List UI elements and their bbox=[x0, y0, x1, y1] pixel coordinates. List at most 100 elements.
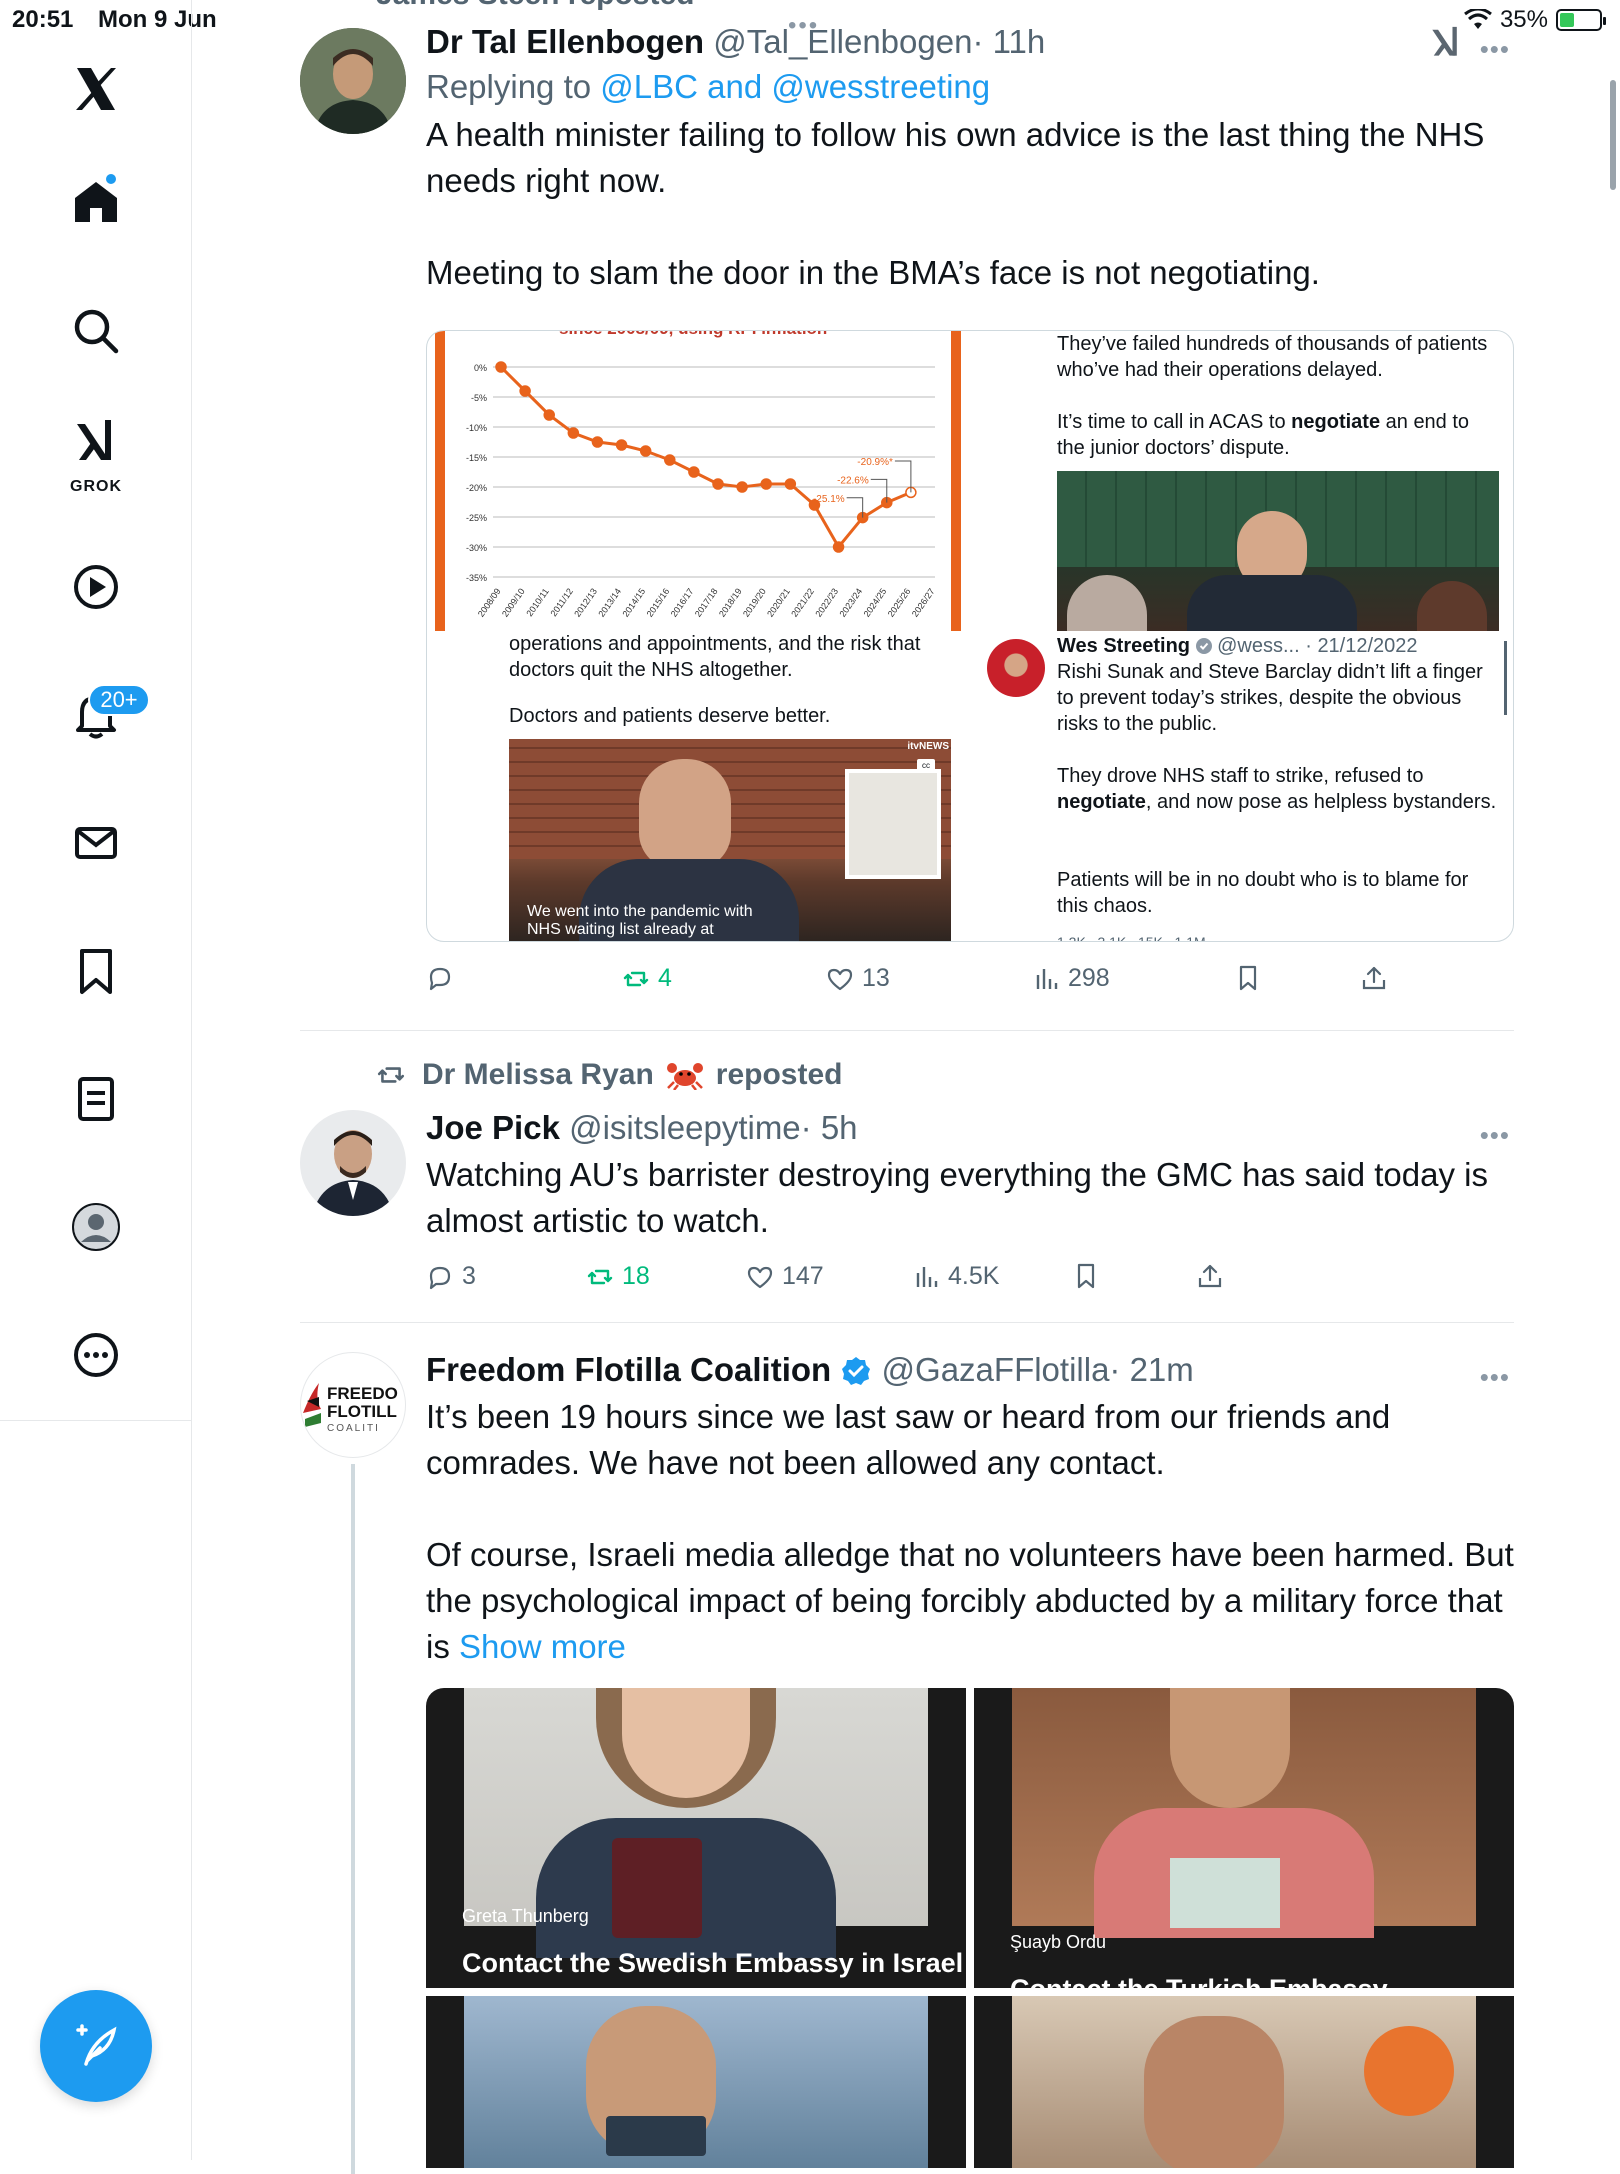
avatar-joe-pick[interactable] bbox=[300, 1110, 406, 1216]
tweet-time[interactable]: · 11h bbox=[972, 23, 1045, 60]
cc-icon[interactable]: cc bbox=[917, 759, 935, 773]
bookmarks-icon[interactable] bbox=[0, 926, 192, 1016]
bookmark-button[interactable] bbox=[1234, 964, 1262, 992]
tweet-joe-pick[interactable]: Joe Pick @isitsleepytime· 5h Watching AU… bbox=[300, 1106, 1514, 1326]
qt-author-name[interactable]: Wes Streeting bbox=[1057, 635, 1190, 657]
chart-x-tick-label: 2026/27 bbox=[910, 586, 937, 618]
notifications-bell-icon[interactable] bbox=[0, 670, 192, 760]
chart-point bbox=[832, 541, 845, 553]
compose-post-button[interactable] bbox=[40, 1990, 152, 2102]
tweet-actions: 4 13 298 bbox=[426, 964, 1514, 1008]
chart-point bbox=[784, 478, 797, 490]
cut-repost-header: James Steen reposted bbox=[376, 0, 694, 12]
reposted-by-name[interactable]: Dr Melissa Ryan bbox=[422, 1058, 654, 1092]
avatar-tal-ellenbogen[interactable] bbox=[300, 28, 406, 134]
chart-point bbox=[543, 409, 555, 421]
share-button[interactable] bbox=[1360, 964, 1388, 992]
svg-text:FLOTILL: FLOTILL bbox=[327, 1402, 397, 1421]
chart-panel: since 2008/09, using RPI inflation 0%-5%… bbox=[435, 331, 961, 631]
chart-x-tick-label: 2022/23 bbox=[813, 586, 840, 618]
grok-icon[interactable] bbox=[0, 406, 192, 476]
qt-text-2c: , and now pose as helpless bystanders. bbox=[1145, 791, 1497, 813]
chart-x-tick-label: 2023/24 bbox=[837, 586, 864, 618]
tweet-author-handle[interactable]: @isitsleepytime bbox=[569, 1109, 801, 1146]
share-icon bbox=[1362, 966, 1386, 990]
tweet-more-icon[interactable]: ••• bbox=[1480, 34, 1510, 65]
chart-y-tick-label: -30% bbox=[466, 543, 487, 553]
views-button[interactable]: 4.5K bbox=[912, 1262, 999, 1291]
chart-point bbox=[736, 481, 748, 493]
home-icon[interactable] bbox=[0, 156, 192, 246]
tweet-text: A health minister failing to follow his … bbox=[426, 116, 1485, 291]
like-count: 13 bbox=[862, 964, 890, 992]
replying-prefix: Replying to bbox=[426, 68, 601, 105]
chart-point bbox=[519, 385, 531, 397]
photo-tile-greta[interactable]: Greta Thunberg Contact the Swedish Embas… bbox=[426, 1688, 966, 1988]
left-quote-text-1: operations and appointments, and the ris… bbox=[509, 633, 921, 681]
page-scrollbar[interactable] bbox=[1610, 80, 1616, 190]
commons-photo[interactable] bbox=[1057, 471, 1499, 631]
x-logo-icon[interactable] bbox=[0, 44, 192, 134]
qt-text-2a: They drove NHS staff to strike, refused … bbox=[1057, 765, 1424, 787]
bookmark-button[interactable] bbox=[1072, 1262, 1100, 1290]
chart-x-tick-label: 2010/11 bbox=[524, 586, 550, 618]
tweet-more-icon[interactable]: ••• bbox=[1480, 1120, 1510, 1151]
qt-avatar-wes-streeting[interactable] bbox=[987, 639, 1045, 697]
video-caption: We went into the pandemic with NHS waiti… bbox=[527, 903, 753, 938]
tweet-freedom-flotilla[interactable]: FREEDO FLOTILL COALITI Freedom Flotilla Co… bbox=[300, 1348, 1514, 2174]
share-button[interactable] bbox=[1196, 1262, 1224, 1290]
profile-avatar-icon[interactable] bbox=[0, 1182, 192, 1272]
replying-to: Replying to @LBC and @wesstreeting bbox=[426, 64, 1514, 110]
tweet-author-handle[interactable]: @GazaFFlotilla bbox=[882, 1351, 1110, 1388]
tweet-text-2: Of course, Israeli media alledge that no… bbox=[426, 1532, 1514, 1670]
tweet-time[interactable]: · 21m bbox=[1109, 1351, 1193, 1388]
messages-envelope-icon[interactable] bbox=[0, 798, 192, 888]
qt-header: Wes Streeting @wess... · 21/12/2022 bbox=[1057, 633, 1497, 659]
home-unread-dot bbox=[104, 172, 118, 186]
video-play-icon[interactable] bbox=[0, 542, 192, 632]
repost-button[interactable]: 4 bbox=[622, 964, 672, 993]
repost-button[interactable]: 18 bbox=[586, 1262, 650, 1291]
tile-name-suayb: Şuayb Ordu bbox=[1010, 1932, 1107, 1952]
tweet-tal-ellenbogen[interactable]: Dr Tal Ellenbogen @Tal_Ellenbogen· 11h R… bbox=[300, 20, 1514, 1030]
tweet-divider bbox=[300, 1322, 1514, 1323]
repost-indicator[interactable]: Dr Melissa Ryan reposted bbox=[376, 1058, 842, 1092]
tweet-media-image[interactable]: since 2008/09, using RPI inflation 0%-5%… bbox=[426, 330, 1514, 942]
chart-x-tick-label: 2008/09 bbox=[476, 586, 503, 618]
tweet-author-handle[interactable]: @Tal_Ellenbogen bbox=[713, 23, 972, 60]
views-button[interactable]: 298 bbox=[1032, 964, 1110, 993]
tweet-author-name[interactable]: Dr Tal Ellenbogen bbox=[426, 23, 704, 60]
photo-tile-4[interactable] bbox=[974, 1996, 1514, 2168]
tweet-author-name[interactable]: Freedom Flotilla Coalition bbox=[426, 1351, 831, 1388]
chart-point bbox=[591, 436, 604, 448]
qt-text-1: Rishi Sunak and Steve Barclay didn’t lif… bbox=[1057, 661, 1483, 735]
replying-to-link[interactable]: @LBC and @wesstreeting bbox=[600, 68, 990, 105]
show-more-link[interactable]: Show more bbox=[459, 1628, 626, 1665]
svg-text:FREEDO: FREEDO bbox=[327, 1384, 398, 1403]
quoted-video-thumbnail[interactable]: itvNEWS cc We went into the pandemic wit… bbox=[509, 739, 951, 941]
grok-label: GROK bbox=[70, 478, 122, 495]
chart-y-tick-label: -10% bbox=[466, 423, 487, 433]
avatar-freedom-flotilla[interactable]: FREEDO FLOTILL COALITI bbox=[300, 1352, 406, 1458]
chart-point bbox=[615, 439, 628, 451]
photo-tile-suayb[interactable]: Şuayb Ordu Contact the Turkish Embassy bbox=[974, 1688, 1514, 1988]
reply-button[interactable]: 3 bbox=[426, 1262, 476, 1291]
battery-icon bbox=[1556, 9, 1606, 31]
qt-text-3: Patients will be in no doubt who is to b… bbox=[1057, 869, 1469, 917]
more-circle-icon[interactable] bbox=[0, 1310, 192, 1400]
like-button[interactable]: 13 bbox=[826, 964, 890, 993]
lists-icon[interactable] bbox=[0, 1054, 192, 1144]
tweet-more-icon[interactable]: ••• bbox=[1480, 1362, 1510, 1393]
like-button[interactable]: 147 bbox=[746, 1262, 824, 1291]
search-icon[interactable] bbox=[0, 286, 192, 376]
crab-emoji-icon bbox=[666, 1063, 703, 1090]
right-text-2b: negotiate bbox=[1291, 411, 1381, 433]
tweet-time[interactable]: · 5h bbox=[801, 1109, 858, 1146]
views-chart-icon bbox=[916, 1266, 938, 1287]
photo-tile-3[interactable] bbox=[426, 1996, 966, 2168]
heart-icon bbox=[827, 968, 853, 990]
reply-button[interactable] bbox=[426, 964, 462, 992]
chart-x-tick-label: 2013/14 bbox=[596, 586, 623, 618]
tweet-author-name[interactable]: Joe Pick bbox=[426, 1109, 560, 1146]
chart-x-tick-label: 2019/20 bbox=[741, 586, 768, 618]
